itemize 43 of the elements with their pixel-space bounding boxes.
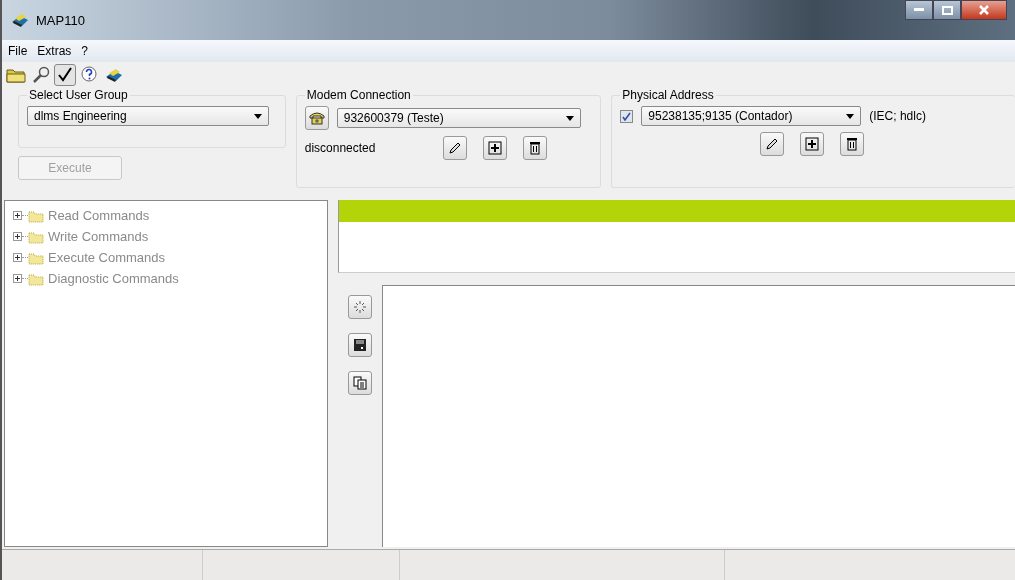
trash-icon[interactable] xyxy=(522,136,547,160)
expander-icon[interactable] xyxy=(13,274,22,283)
window-title: MAP110 xyxy=(36,12,85,28)
copy-icon[interactable] xyxy=(348,371,372,395)
address-dropdown[interactable]: 95238135;9135 (Contador) xyxy=(641,106,862,126)
add-icon[interactable] xyxy=(800,132,825,156)
group-title: Select User Group xyxy=(28,88,129,102)
tree-item[interactable]: Diagnostic Commands xyxy=(48,271,179,286)
expander-icon[interactable] xyxy=(13,232,22,241)
checkbox[interactable] xyxy=(620,109,634,123)
expander-icon[interactable] xyxy=(13,211,22,220)
maximize-button[interactable] xyxy=(933,0,961,20)
checkmark-icon[interactable] xyxy=(54,64,76,86)
save-icon[interactable] xyxy=(348,333,372,357)
trash-icon[interactable] xyxy=(840,132,865,156)
tree-item[interactable]: Write Commands xyxy=(48,229,149,244)
close-button[interactable] xyxy=(961,0,1007,20)
menu-item[interactable]: File xyxy=(8,44,28,58)
protocol-label: (IEC; hdlc) xyxy=(869,109,926,123)
minimize-icon xyxy=(914,8,924,12)
expander-icon[interactable] xyxy=(13,253,22,262)
modem-dropdown[interactable]: 932600379 (Teste) xyxy=(336,108,581,128)
add-icon[interactable] xyxy=(482,136,507,160)
clear-icon[interactable] xyxy=(348,295,372,319)
menu-item[interactable]: Extras xyxy=(37,44,72,58)
edit-icon[interactable] xyxy=(442,136,467,160)
tree-item[interactable]: Read Commands xyxy=(48,208,150,223)
group-title: Physical Address xyxy=(621,88,715,102)
folder-icon xyxy=(28,250,44,265)
app-icon xyxy=(10,12,30,28)
maximize-icon xyxy=(941,5,953,15)
tree-item[interactable]: Execute Commands xyxy=(48,250,166,265)
phone-icon[interactable] xyxy=(304,106,329,130)
connection-status: disconnected xyxy=(304,141,377,155)
menu-item[interactable]: ? xyxy=(81,44,89,58)
folder-icon xyxy=(28,229,44,244)
folder-icon xyxy=(28,271,44,286)
group-title: Modem Connection xyxy=(305,88,412,102)
minimize-button[interactable] xyxy=(905,0,933,20)
folder-icon xyxy=(28,208,44,223)
user-group-dropdown[interactable]: dlms Engineering xyxy=(27,106,269,126)
edit-icon[interactable] xyxy=(760,132,785,156)
close-icon xyxy=(979,5,989,15)
